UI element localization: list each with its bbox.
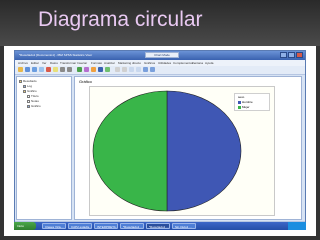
outline-item-title[interactable]: Título — [27, 94, 39, 98]
pie-slice-hombre[interactable] — [166, 90, 242, 212]
task-button[interactable]: Sin título1 ... — [172, 223, 196, 229]
hide-icon[interactable] — [150, 67, 155, 72]
task-button[interactable]: INTERPRETA... — [94, 223, 118, 229]
export-icon[interactable] — [46, 67, 51, 72]
close-button[interactable] — [296, 52, 303, 58]
page-icon — [27, 99, 30, 103]
legend-swatch — [238, 100, 241, 104]
outline-item-output[interactable]: Resultado — [19, 79, 37, 83]
promote-icon[interactable] — [115, 67, 120, 72]
slide-border-right — [316, 46, 320, 240]
demote-icon[interactable] — [122, 67, 127, 72]
page-icon — [27, 94, 30, 98]
spss-viewer-window: *Resultado1 [Documento1] - IBM SPSS Stat… — [14, 50, 306, 230]
start-button[interactable]: Inicio — [14, 222, 36, 230]
outline-item-label: Gráfico — [27, 89, 37, 93]
outline-item-chart[interactable]: Gráfico — [27, 104, 41, 108]
toolbar — [15, 66, 305, 75]
folder-icon — [23, 89, 26, 93]
windows-taskbar: Inicio Clases Virtu... CAP2 estadis... I… — [14, 222, 306, 230]
redo-icon[interactable] — [67, 67, 72, 72]
legend-label: Mujer — [242, 105, 250, 109]
output-pane: Gráfico sexo Hombre Mujer — [74, 76, 302, 220]
outline-item-label: Log — [27, 84, 33, 88]
menu-help[interactable]: Ayuda — [205, 61, 213, 65]
expand-icon[interactable] — [129, 67, 134, 72]
output-heading: Gráfico — [79, 79, 92, 84]
collapse-icon[interactable] — [136, 67, 141, 72]
legend-swatch — [238, 105, 241, 109]
chart-builder-icon[interactable] — [98, 67, 103, 72]
print-icon[interactable] — [32, 67, 37, 72]
slide-title: Diagrama circular — [38, 8, 203, 31]
legend-entry: Hombre — [238, 100, 253, 104]
menu-view[interactable]: Ver — [42, 61, 47, 65]
chart-legend: sexo Hombre Mujer — [234, 93, 270, 111]
menu-addons[interactable]: Complementos — [173, 61, 193, 65]
outline-item-notes[interactable]: Notas — [27, 99, 39, 103]
select-cases-icon[interactable] — [105, 67, 110, 72]
outline-item-graph[interactable]: Gráfico — [23, 89, 37, 93]
outline-item-label: Resultado — [23, 79, 37, 83]
pie-chart-frame[interactable]: sexo Hombre Mujer — [89, 86, 275, 216]
menu-analyze[interactable]: Analizar — [104, 61, 115, 65]
legend-label: Hombre — [242, 100, 253, 104]
goto-data-icon[interactable] — [77, 67, 82, 72]
open-icon[interactable] — [18, 67, 23, 72]
save-icon[interactable] — [25, 67, 30, 72]
menu-data[interactable]: Datos — [50, 61, 58, 65]
menu-window[interactable]: Ventana — [192, 61, 203, 65]
outline-pane: Resultado Log Gráfico Título Notas Gráfi… — [16, 76, 72, 220]
goto-case-icon[interactable] — [84, 67, 89, 72]
menu-edit[interactable]: Editar — [31, 61, 39, 65]
outline-item-label: Notas — [31, 99, 39, 103]
menu-utilities[interactable]: Utilidades — [158, 61, 171, 65]
outline-item-label: Gráfico — [31, 104, 41, 108]
menu-graphs[interactable]: Gráficos — [144, 61, 155, 65]
menu-insert[interactable]: Insertar — [77, 61, 87, 65]
task-button[interactable]: *Resultado1 ... — [146, 223, 170, 229]
task-button[interactable]: Clases Virtu... — [42, 223, 66, 229]
maximize-button[interactable] — [288, 52, 295, 58]
minimize-button[interactable] — [280, 52, 287, 58]
recall-dialog-icon[interactable] — [53, 67, 58, 72]
system-tray — [288, 222, 306, 230]
menu-direct-marketing[interactable]: Marketing directo — [118, 61, 141, 65]
slide: Diagrama circular *Resultado1 [Documento… — [0, 0, 320, 240]
undo-icon[interactable] — [60, 67, 65, 72]
window-titlebar[interactable]: *Resultado1 [Documento1] - IBM SPSS Stat… — [15, 51, 305, 60]
log-icon — [23, 84, 26, 88]
outline-item-label: Título — [31, 94, 39, 98]
folder-icon — [19, 79, 22, 83]
task-button[interactable]: CAP2 estadis... — [68, 223, 92, 229]
show-icon[interactable] — [143, 67, 148, 72]
variables-icon[interactable] — [91, 67, 96, 72]
preview-icon[interactable] — [39, 67, 44, 72]
pie-slice-mujer[interactable] — [92, 90, 168, 212]
legend-title: sexo — [238, 95, 245, 99]
menu-transform[interactable]: Transformar — [60, 61, 76, 65]
menu-format[interactable]: Formato — [91, 61, 102, 65]
chart-mode-label: Chart Mode — [145, 52, 179, 58]
outline-item-log[interactable]: Log — [23, 84, 32, 88]
menu-file[interactable]: Archivo — [18, 61, 28, 65]
legend-entry: Mujer — [238, 105, 250, 109]
slide-border-left — [0, 46, 4, 240]
slide-border-bottom — [0, 236, 320, 240]
window-title: *Resultado1 [Documento1] - IBM SPSS Stat… — [19, 53, 93, 57]
task-button[interactable]: *Resultado1 ... — [120, 223, 144, 229]
chart-icon — [27, 104, 30, 108]
